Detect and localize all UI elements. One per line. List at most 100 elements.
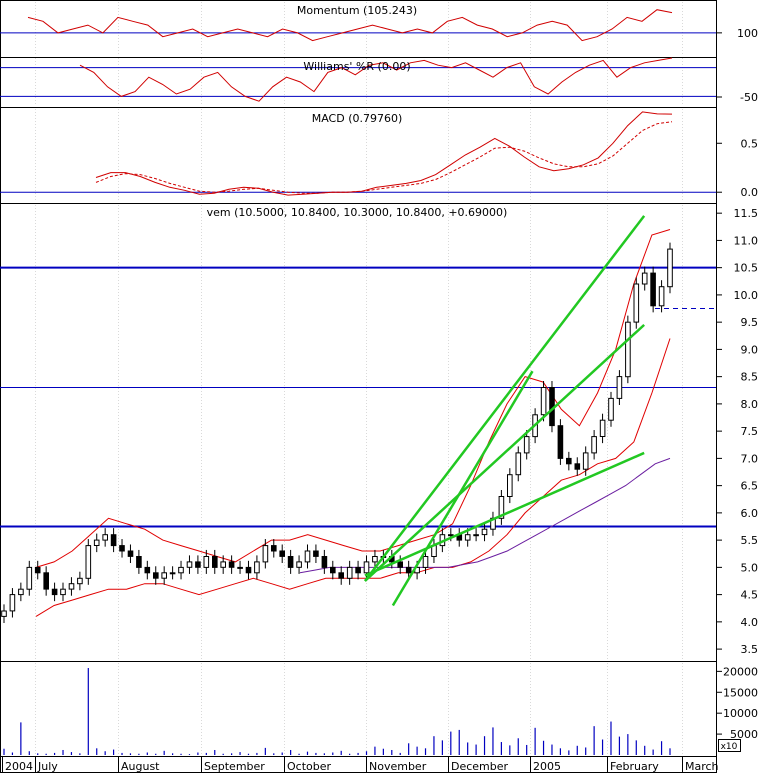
williams-y-tick: -50	[740, 91, 758, 104]
candle-body	[203, 556, 210, 568]
candle-body	[304, 550, 311, 563]
x-axis-label: 2005	[533, 760, 561, 773]
price-y-tick: 5.0	[741, 561, 759, 574]
candle-body	[68, 583, 75, 590]
candle-body	[372, 556, 378, 563]
candle-body	[591, 436, 597, 454]
williams-title: Williams' %R (0.00)	[303, 60, 410, 73]
candle-body	[473, 534, 479, 537]
candle-body	[279, 550, 285, 557]
volume-unit-label: x10	[721, 742, 738, 752]
price-y-tick: 4.5	[741, 589, 759, 602]
candle-body	[448, 534, 454, 537]
candle-body	[608, 397, 614, 421]
volume-y-tick: 15000	[723, 686, 758, 699]
momentum-title: Momentum (105.243)	[297, 4, 417, 17]
candle-body	[60, 588, 66, 596]
candle-body	[77, 577, 83, 585]
macd-title: MACD (0.79760)	[312, 112, 403, 125]
x-axis-label: December	[451, 760, 509, 773]
x-axis-label: 2004	[5, 760, 33, 773]
candle-body	[18, 588, 24, 596]
macd-y-tick: 0.0	[741, 186, 759, 199]
candle-body	[262, 545, 269, 563]
volume-y-tick: 10000	[723, 707, 758, 720]
candle-body	[582, 452, 589, 470]
candle-body	[313, 550, 319, 557]
candle-body	[464, 534, 471, 541]
candle-body	[296, 561, 302, 568]
candle-body	[540, 387, 547, 416]
price-y-tick: 11.5	[734, 207, 759, 220]
candle-body	[641, 272, 648, 285]
candle-body	[633, 283, 640, 323]
price-y-tick: 9.5	[741, 316, 759, 329]
x-axis-label: July	[37, 760, 58, 773]
candle-body	[102, 534, 109, 541]
candle-body	[321, 556, 328, 568]
macd-y-tick: 0.5	[741, 137, 759, 150]
candle-body	[422, 556, 429, 568]
candle-body	[85, 545, 92, 579]
candle-body	[245, 566, 252, 574]
volume-y-tick: 20000	[723, 665, 758, 678]
x-axis-label: March	[685, 760, 719, 773]
candle-body	[43, 572, 50, 590]
stock-chart: 100 -50 0.5 0.0 11.5 11.0 10.5 10.0 9.5 9.0 8.5 8.0…	[0, 0, 758, 773]
candle-body	[574, 463, 581, 470]
price-y-tick: 10.0	[734, 289, 759, 302]
candle-body	[228, 561, 235, 568]
momentum-y-tick: 100	[737, 27, 758, 40]
candle-body	[667, 248, 673, 288]
candle-body	[346, 566, 353, 579]
price-y-tick: 10.5	[734, 262, 759, 275]
candle-body	[186, 561, 193, 568]
candle-body	[161, 572, 167, 579]
volume-panel	[0, 661, 717, 757]
candle-body	[34, 566, 41, 574]
price-y-tick: 7.5	[741, 425, 759, 438]
candle-body	[51, 588, 58, 596]
candle-body	[397, 561, 403, 568]
candle-body	[523, 436, 530, 454]
candle-body	[178, 566, 184, 574]
candle-body	[338, 572, 344, 579]
candle-body	[212, 556, 218, 568]
candle-body	[405, 566, 412, 574]
y-axis-ticks: 100 -50 0.5 0.0 11.5 11.0 10.5 10.0 9.5 9.0 8.5 8.0…	[717, 27, 758, 741]
price-panel	[0, 203, 717, 662]
candle-body	[93, 539, 100, 546]
candle-body	[355, 566, 361, 574]
candle-body	[658, 286, 665, 307]
candle-body	[271, 545, 277, 552]
candle-body	[153, 572, 159, 579]
price-title: vem (10.5000, 10.8400, 10.3000, 10.8400,…	[207, 206, 508, 219]
price-y-tick: 11.0	[734, 234, 759, 247]
price-y-tick: 6.5	[741, 480, 759, 493]
x-axis-label: November	[369, 760, 427, 773]
x-axis-label: September	[204, 760, 265, 773]
price-y-tick: 9.0	[741, 343, 759, 356]
candle-body	[136, 556, 142, 568]
candle-body	[481, 528, 488, 536]
x-axis-label: August	[121, 760, 160, 773]
price-y-tick: 5.5	[741, 534, 759, 547]
candle-body	[9, 594, 16, 612]
candle-body	[616, 376, 623, 399]
x-axis-label: October	[287, 760, 331, 773]
price-y-tick: 4.0	[741, 616, 759, 629]
candle-body	[599, 419, 606, 438]
candle-body	[515, 452, 522, 476]
candle-body	[220, 561, 226, 568]
x-axis-label: February	[610, 760, 659, 773]
candle-body	[363, 561, 370, 574]
price-y-tick: 8.0	[741, 398, 759, 411]
price-y-tick: 8.5	[741, 371, 759, 384]
candle-body	[119, 545, 125, 552]
candle-body	[566, 457, 572, 465]
candle-body	[237, 566, 243, 569]
price-y-tick: 3.5	[741, 643, 759, 656]
candle-body	[330, 566, 336, 574]
price-y-tick: 6.0	[741, 507, 759, 520]
candle-body	[195, 561, 201, 568]
